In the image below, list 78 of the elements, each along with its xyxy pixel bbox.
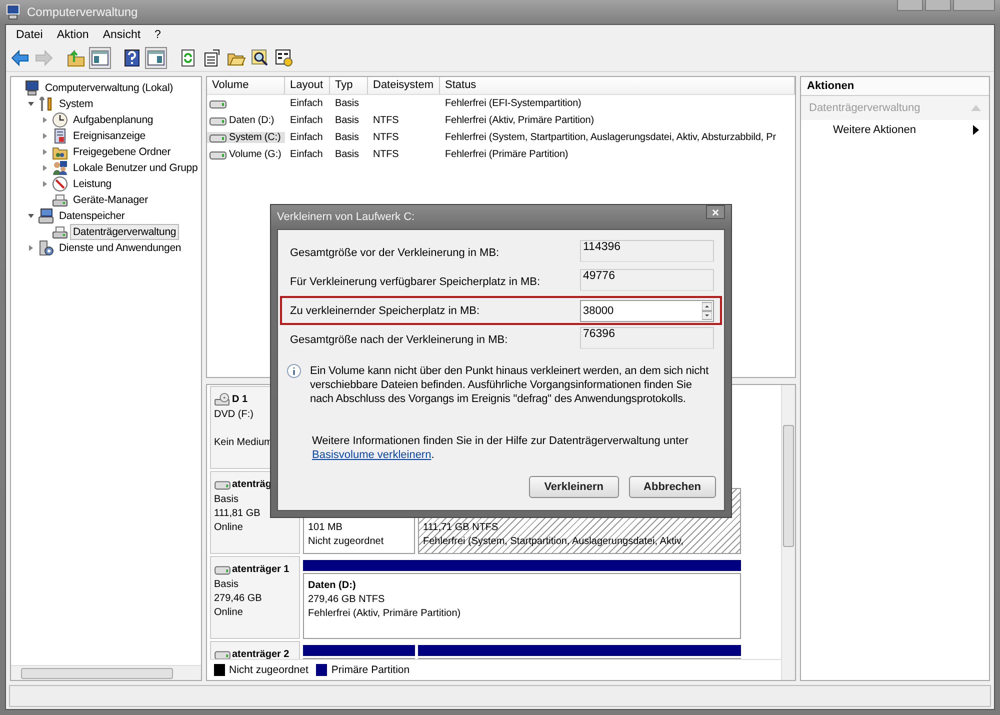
window-title: Computerverwaltung [27, 5, 138, 19]
table-cell: Einfach [290, 98, 323, 109]
disk-type: Basis [214, 579, 240, 590]
table-cell[interactable]: Daten (D:) [228, 115, 276, 126]
table-cell: Einfach [290, 149, 323, 160]
column-header[interactable]: Dateisystem [368, 77, 440, 94]
tree-item[interactable]: System [56, 96, 96, 112]
dialog-button[interactable]: Abbrechen [628, 476, 716, 498]
legend-label: Primäre Partition [331, 664, 410, 676]
disk-info-panel[interactable]: atenträger 1 Basis 279,46 GB Online [210, 556, 300, 639]
tree-item[interactable]: Dienste und Anwendungen [56, 240, 184, 256]
dialog-title: Verkleinern von Laufwerk C: [277, 211, 415, 223]
table-cell: Basis [335, 132, 359, 143]
info-text: Ein Volume kann nicht über den Punkt hinaus verkleinert werden, an dem sich nicht verschiebbare Dateien befinden. Ausführliche Vorgangsinformationen finden Sie nach Abschluss des Vorgangs im Ereignis "defrag" des Anwendungsprotokolls. [310, 364, 710, 406]
readonly-field: 76396 [580, 327, 714, 349]
column-header[interactable]: Typ [330, 77, 368, 94]
tree-item[interactable]: Datenspeicher [56, 208, 128, 224]
field-label: Für Verkleinerung verfügbarer Speicherplatz in MB: [289, 276, 540, 288]
disk-size: 279,46 GB [214, 593, 263, 604]
disk-status: Online [214, 522, 244, 533]
disk-type: DVD (F:) [214, 409, 254, 420]
disk-name: atenträger 1 [232, 564, 290, 575]
table-cell: Basis [335, 149, 359, 160]
action-item[interactable]: Weitere Aktionen [801, 120, 989, 140]
spin-field[interactable]: 38000 [580, 300, 714, 322]
column-header[interactable]: Status [440, 77, 795, 94]
field-label: Zu verkleinernder Speicherplatz in MB: [289, 304, 480, 316]
legend-label: Nicht zugeordnet [229, 664, 308, 676]
tree-item[interactable]: Geräte-Manager [70, 192, 151, 208]
menu-item[interactable]: ? [148, 29, 168, 41]
table-cell: Einfach [290, 115, 323, 126]
table-cell: Einfach [290, 132, 323, 143]
disk-info-panel[interactable]: atenträger 2 [210, 641, 300, 659]
tree-item[interactable]: Lokale Benutzer und Grupp [70, 160, 201, 176]
disk-status: Kein Medium [214, 437, 274, 448]
tree-item[interactable]: Computerverwaltung (Lokal) [42, 80, 176, 96]
menu-item[interactable]: Ansicht [96, 29, 148, 41]
field-label: Gesamtgröße vor der Verkleinerung in MB: [289, 246, 500, 258]
readonly-field: 49776 [580, 269, 714, 291]
disk-name: atenträg [232, 479, 272, 490]
partition-size: 279,46 GB NTFS [308, 594, 386, 605]
table-cell: Basis [335, 98, 359, 109]
table-cell: Fehlerfrei (Aktiv, Primäre Partition) [445, 115, 594, 126]
table-cell: Fehlerfrei (EFI-Systempartition) [445, 98, 582, 109]
table-cell[interactable]: Volume (G:) [228, 149, 282, 160]
help-text: Weitere Informationen finden Sie in der Hilfe zur Datenträgerverwaltung unter Basisvolume verkleinern. [312, 434, 690, 462]
partition-status: Fehlerfrei (System, Startpartition, Auslagerungsdatei, Aktiv, [423, 536, 684, 547]
table-cell: Basis [335, 115, 359, 126]
tree-item[interactable]: Leistung [70, 176, 114, 192]
disk-name: atenträger 2 [232, 649, 290, 659]
partition-status: Fehlerfrei (Aktiv, Primäre Partition) [308, 608, 462, 619]
tree-item[interactable]: Ereignisanzeige [70, 128, 148, 144]
partition-status: Nicht zugeordnet [308, 536, 385, 547]
disk-type: Basis [214, 494, 240, 505]
partition-box[interactable]: Daten (D:) 279,46 GB NTFS Fehlerfrei (Aktiv, Primäre Partition) [303, 573, 741, 639]
table-cell: Fehlerfrei (Primäre Partition) [445, 149, 568, 160]
menu-item[interactable]: Aktion [50, 29, 96, 41]
disk-status: Online [214, 607, 244, 618]
column-header[interactable]: Layout [285, 77, 330, 94]
table-cell: Fehlerfrei (System, Startpartition, Auslagerungsdatei, Aktiv, Absturzabbild, Pr [445, 132, 776, 143]
readonly-field: 114396 [580, 240, 714, 262]
dialog-button[interactable]: Verkleinern [529, 476, 619, 498]
table-cell: NTFS [373, 115, 399, 126]
tree-item[interactable]: Freigegebene Ordner [70, 144, 174, 160]
table-cell: NTFS [373, 132, 399, 143]
partition-name: Daten (D:) [308, 580, 357, 591]
tree-item[interactable]: Aufgabenplanung [70, 112, 156, 128]
field-label: Gesamtgröße nach der Verkleinerung in MB: [289, 334, 508, 346]
table-cell: NTFS [373, 149, 399, 160]
column-header[interactable]: Volume [207, 77, 285, 94]
partition-size: 111,71 GB NTFS [423, 522, 500, 533]
disk-name: D 1 [232, 394, 248, 405]
disk-size: 111,81 GB [214, 508, 262, 519]
actions-header: Aktionen [801, 77, 989, 96]
partition-size: 101 MB [308, 522, 344, 533]
menu-item[interactable]: Datei [9, 29, 50, 41]
tree-item[interactable]: Datenträgerverwaltung [70, 224, 180, 240]
help-link[interactable]: Basisvolume verkleinern [312, 449, 432, 461]
